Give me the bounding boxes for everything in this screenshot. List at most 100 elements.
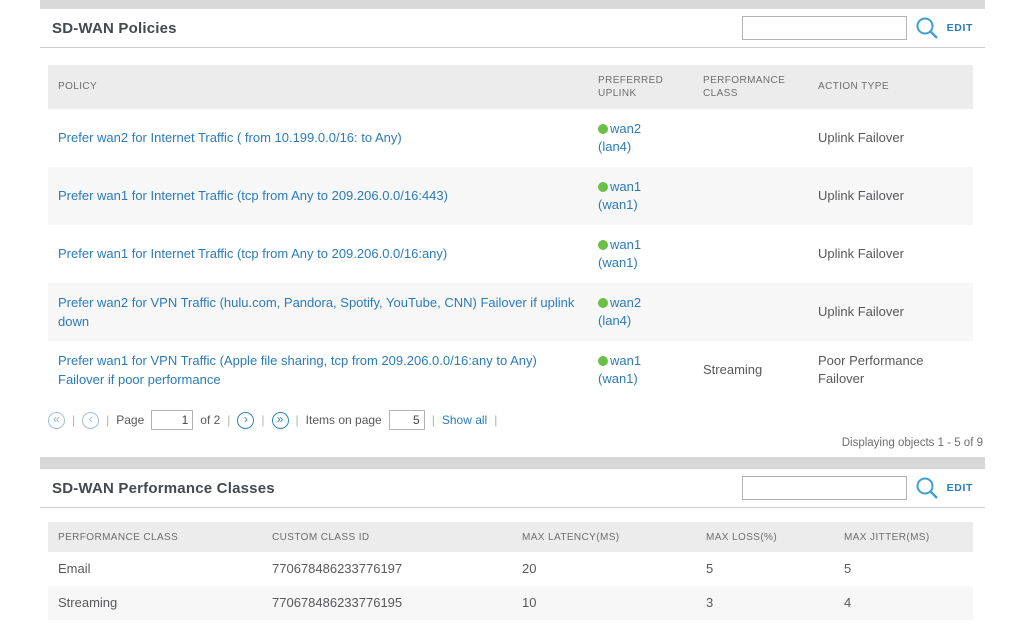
table-row: Prefer wan1 for VPN Traffic (Apple file … bbox=[48, 341, 973, 399]
classes-title: SD-WAN Performance Classes bbox=[52, 479, 275, 497]
items-on-page-label: Items on page bbox=[305, 413, 382, 427]
uplink-name: wan1 bbox=[610, 178, 642, 194]
performance-class-cell: Streaming bbox=[703, 361, 763, 377]
class-name-cell: Streaming bbox=[58, 594, 118, 610]
items-per-page-input[interactable] bbox=[388, 410, 425, 430]
uplink-cell: wan2 (lan4) bbox=[588, 114, 693, 162]
uplink-name: wan1 bbox=[610, 352, 642, 368]
uplink-port: (wan1) bbox=[598, 371, 638, 386]
max-latency-cell: 10 bbox=[522, 594, 537, 610]
pagination-separator: | bbox=[431, 413, 435, 427]
classes-edit-button[interactable]: EDIT bbox=[947, 482, 973, 494]
action-type-cell: Uplink Failover bbox=[818, 303, 904, 319]
custom-class-id-cell: 770678486233776197 bbox=[272, 560, 403, 576]
policy-link[interactable]: Prefer wan1 for Internet Traffic (tcp fr… bbox=[58, 246, 447, 261]
uplink-name: wan2 bbox=[610, 120, 642, 136]
policies-table: POLICY PREFERRED UPLINK PERFORMANCE CLAS… bbox=[48, 65, 973, 399]
classes-header-divider bbox=[40, 507, 985, 508]
uplink-port: (wan1) bbox=[598, 255, 638, 270]
column-header-action-type: ACTION TYPE bbox=[818, 81, 889, 93]
policies-edit-button[interactable]: EDIT bbox=[947, 22, 973, 34]
pagination-separator: | bbox=[295, 413, 299, 427]
max-loss-cell: 3 bbox=[706, 594, 714, 610]
classes-section-header: SD-WAN Performance Classes EDIT bbox=[40, 469, 985, 507]
policy-link[interactable]: Prefer wan2 for Internet Traffic ( from … bbox=[58, 130, 402, 145]
uplink-name: wan1 bbox=[610, 236, 642, 252]
column-header-custom-class-id: CUSTOM CLASS ID bbox=[272, 531, 370, 543]
policy-link[interactable]: Prefer wan1 for VPN Traffic (Apple file … bbox=[58, 353, 537, 388]
displaying-objects-summary: Displaying objects 1 - 5 of 9 bbox=[841, 437, 983, 449]
column-header-max-latency: MAX LATENCY(MS) bbox=[522, 531, 620, 543]
pagination-separator: | bbox=[106, 413, 110, 427]
top-scroll-bar bbox=[40, 0, 985, 9]
uplink-name: wan2 bbox=[610, 294, 642, 310]
page-label: Page bbox=[116, 413, 145, 427]
performance-class-cell bbox=[693, 132, 808, 144]
performance-class-cell bbox=[693, 306, 808, 318]
pagination-separator: | bbox=[72, 413, 76, 427]
max-latency-cell: 20 bbox=[522, 560, 537, 576]
show-all-link[interactable]: Show all bbox=[442, 413, 487, 427]
column-header-performance-class: PERFORMANCE CLASS bbox=[703, 74, 786, 100]
max-jitter-cell: 5 bbox=[844, 560, 852, 576]
uplink-status-dot bbox=[598, 239, 608, 250]
max-jitter-cell: 4 bbox=[844, 594, 852, 610]
table-row: Prefer wan2 for Internet Traffic ( from … bbox=[48, 109, 973, 167]
page-of-label: of 2 bbox=[200, 413, 221, 427]
classes-table-header-row: PERFORMANCE CLASS CUSTOM CLASS ID MAX LA… bbox=[48, 522, 973, 552]
max-loss-cell: 5 bbox=[706, 560, 714, 576]
policy-link[interactable]: Prefer wan2 for VPN Traffic (hulu.com, P… bbox=[58, 295, 574, 330]
search-icon[interactable] bbox=[915, 16, 939, 40]
uplink-status-dot bbox=[598, 355, 608, 366]
table-row: Prefer wan1 for Internet Traffic (tcp fr… bbox=[48, 225, 973, 283]
uplink-cell: wan1 (wan1) bbox=[588, 172, 693, 220]
policies-search-input[interactable] bbox=[741, 16, 907, 40]
pagination-separator: | bbox=[494, 413, 498, 427]
action-type-cell: Uplink Failover bbox=[818, 187, 904, 203]
last-page-button[interactable]: » bbox=[271, 411, 289, 429]
pagination-bar: « | ‹ | Page of 2 | › | » | Items on pag… bbox=[48, 410, 985, 430]
policies-table-header-row: POLICY PREFERRED UPLINK PERFORMANCE CLAS… bbox=[48, 65, 973, 109]
uplink-cell: wan1 (wan1) bbox=[588, 230, 693, 278]
column-header-performance-class: PERFORMANCE CLASS bbox=[58, 531, 179, 543]
uplink-cell: wan1 (wan1) bbox=[588, 346, 693, 394]
search-icon[interactable] bbox=[915, 476, 939, 500]
policies-title: SD-WAN Policies bbox=[52, 19, 177, 37]
first-page-button[interactable]: « bbox=[48, 411, 65, 429]
policy-link[interactable]: Prefer wan1 for Internet Traffic (tcp fr… bbox=[58, 188, 448, 203]
uplink-status-dot bbox=[598, 181, 608, 192]
action-type-cell: Uplink Failover bbox=[818, 245, 904, 261]
table-row: Email 770678486233776197 20 5 5 bbox=[48, 552, 973, 586]
column-header-max-loss: MAX LOSS(%) bbox=[706, 531, 778, 543]
column-header-max-jitter: MAX JITTER(MS) bbox=[844, 531, 930, 543]
page-number-input[interactable] bbox=[151, 410, 194, 430]
policies-header-divider bbox=[40, 47, 985, 48]
uplink-status-dot bbox=[598, 123, 608, 134]
performance-class-cell bbox=[693, 248, 808, 260]
custom-class-id-cell: 770678486233776195 bbox=[272, 594, 403, 610]
pagination-separator: | bbox=[227, 413, 231, 427]
uplink-cell: wan2 (lan4) bbox=[588, 288, 693, 336]
action-type-cell: Uplink Failover bbox=[818, 129, 904, 145]
pagination-separator: | bbox=[261, 413, 265, 427]
previous-page-button[interactable]: ‹ bbox=[82, 411, 100, 429]
table-row: Prefer wan1 for Internet Traffic (tcp fr… bbox=[48, 167, 973, 225]
classes-table: PERFORMANCE CLASS CUSTOM CLASS ID MAX LA… bbox=[48, 522, 973, 620]
policies-search-group: EDIT bbox=[741, 16, 973, 40]
uplink-status-dot bbox=[598, 297, 608, 308]
column-header-preferred-uplink: PREFERRED UPLINK bbox=[598, 74, 664, 100]
table-row: Prefer wan2 for VPN Traffic (hulu.com, P… bbox=[48, 283, 973, 341]
column-header-policy: POLICY bbox=[58, 81, 98, 93]
uplink-port: (lan4) bbox=[598, 313, 632, 328]
uplink-port: (wan1) bbox=[598, 197, 638, 212]
policies-section-header: SD-WAN Policies EDIT bbox=[40, 9, 985, 47]
classes-search-group: EDIT bbox=[741, 476, 973, 500]
class-name-cell: Email bbox=[58, 560, 91, 576]
next-page-button[interactable]: › bbox=[237, 411, 255, 429]
table-row: Streaming 770678486233776195 10 3 4 bbox=[48, 586, 973, 620]
classes-search-input[interactable] bbox=[741, 476, 907, 500]
uplink-port: (lan4) bbox=[598, 139, 632, 154]
performance-class-cell bbox=[693, 190, 808, 202]
action-type-cell: Poor Performance Failover bbox=[818, 352, 924, 386]
page-container: SD-WAN Policies EDIT POLICY PREFERRED UP… bbox=[40, 0, 985, 620]
